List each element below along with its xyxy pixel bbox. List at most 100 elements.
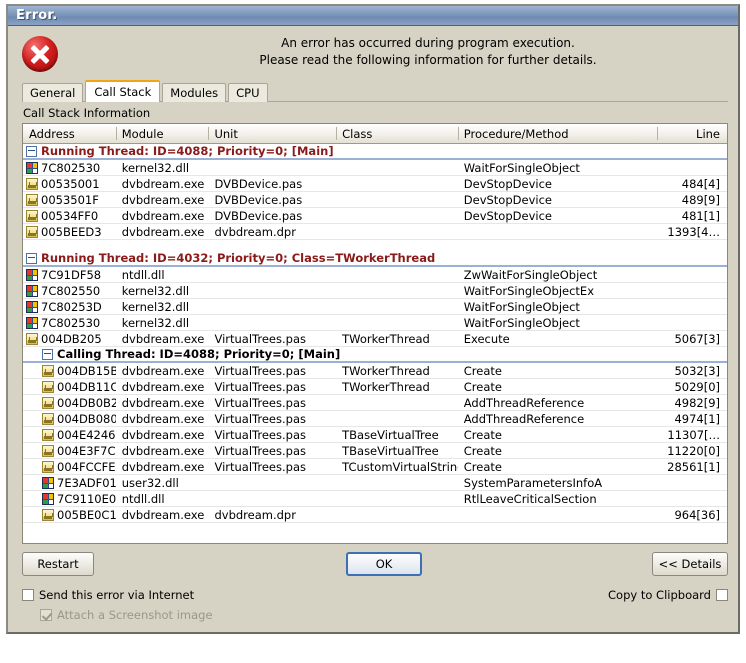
cell-procedure: Create (463, 363, 502, 378)
collapse-box-icon[interactable] (26, 145, 37, 157)
collapse-box-icon[interactable] (42, 348, 53, 360)
cell-class: TBaseVirtualTree (342, 443, 439, 458)
thread-group-header[interactable]: Running Thread: ID=4088; Priority=0; [Ma… (23, 144, 727, 160)
column-header-class[interactable]: Class (336, 124, 458, 143)
cell-line: 1393[4… (667, 224, 720, 239)
cell-address: 7C80253D (23, 300, 116, 314)
table-row[interactable]: 00534FF0 dvbdream.exe DVBDevice.pas DevStop… (23, 208, 727, 224)
column-header-unit[interactable]: Unit (208, 124, 336, 143)
cell-procedure: WaitForSingleObjectEx (463, 283, 594, 298)
error-dialog: Error. An error has occurred during prog… (6, 4, 740, 634)
address-text: 004DB205 (41, 331, 102, 346)
tab-general[interactable]: General (22, 83, 84, 102)
system-module-icon (42, 492, 54, 505)
copy-clipboard-checkbox-row[interactable]: Copy to Clipboard (608, 588, 728, 602)
cell-unit: DVBDevice.pas (214, 176, 303, 191)
cell-address: 004DB15B (23, 364, 116, 378)
collapse-box-icon[interactable] (26, 252, 37, 264)
table-row[interactable]: 004DB0B2 dvbdream.exe VirtualTrees.pas AddT… (23, 395, 727, 411)
cell-module: dvbdream.exe (121, 363, 205, 378)
column-header-procedure[interactable]: Procedure/Method (457, 124, 657, 143)
app-module-icon (42, 380, 54, 393)
cell-address: 7C91DF58 (23, 268, 116, 282)
cell-address: 005BEED3 (23, 225, 116, 239)
table-row[interactable]: 005BEED3 dvbdream.exe dvbdream.dpr 1393[4… (23, 224, 727, 240)
cell-procedure: WaitForSingleObject (463, 315, 580, 330)
thread-group-label: Running Thread: ID=4088; Priority=0; [Ma… (41, 144, 334, 158)
cell-address: 004DB0B2 (23, 396, 116, 410)
send-error-checkbox[interactable] (22, 589, 34, 601)
column-header-module[interactable]: Module (115, 124, 209, 143)
table-row[interactable]: 00535001 dvbdream.exe DVBDevice.pas DevStop… (23, 176, 727, 192)
table-row[interactable]: 7C91DF58 ntdll.dll ZwWaitForSingleObject (23, 267, 727, 283)
grid-spacer (23, 240, 727, 251)
cell-address: 0053501F (23, 193, 116, 207)
address-text: 004DB080 (57, 411, 116, 426)
table-row[interactable]: 7C802550 kernel32.dll WaitForSingleObjectE… (23, 283, 727, 299)
cell-module: ntdll.dll (121, 267, 165, 282)
table-row[interactable]: 004FCCFE dvbdream.exe VirtualTrees.pas TCus… (23, 459, 727, 475)
table-row[interactable]: 004DB205 dvbdream.exe VirtualTrees.pas TWor… (23, 331, 727, 347)
column-header-address[interactable]: Address (23, 124, 116, 143)
address-text: 004E4246 (57, 427, 116, 442)
cell-unit: VirtualTrees.pas (214, 427, 306, 442)
address-text: 0053501F (41, 192, 99, 207)
table-row[interactable]: 004DB080 dvbdream.exe VirtualTrees.pas AddT… (23, 411, 727, 427)
table-row[interactable]: 004E3F7C dvbdream.exe VirtualTrees.pas TBas… (23, 443, 727, 459)
table-row[interactable]: 7C802530 kernel32.dll WaitForSingleObject (23, 315, 727, 331)
table-row[interactable]: 7C9110E0 ntdll.dll RtlLeaveCriticalSection (23, 491, 727, 507)
address-text: 004FCCFE (57, 459, 116, 474)
cell-procedure: Execute (463, 331, 510, 346)
attach-screenshot-checkbox-row: Attach a Screenshot image (40, 608, 213, 622)
cell-address: 004FCCFE (23, 460, 116, 474)
cell-line: 11307[… (667, 427, 720, 442)
thread-group-header[interactable]: Running Thread: ID=4032; Priority=0; Cla… (23, 251, 727, 267)
table-row[interactable]: 004DB15B dvbdream.exe VirtualTrees.pas TWor… (23, 363, 727, 379)
send-error-label: Send this error via Internet (39, 588, 195, 602)
cell-unit: VirtualTrees.pas (214, 459, 306, 474)
tab-modules[interactable]: Modules (162, 83, 227, 102)
grid-header-row: Address Module Unit Class Procedure/Method Li… (23, 124, 727, 144)
app-module-icon (26, 225, 38, 238)
address-text: 004E3F7C (57, 443, 116, 458)
cell-module: kernel32.dll (121, 160, 190, 175)
system-module-icon (26, 300, 38, 313)
tab-call-stack[interactable]: Call Stack (85, 80, 161, 102)
cell-module: dvbdream.exe (121, 176, 205, 191)
address-text: 7C80253D (41, 299, 102, 314)
table-row[interactable]: 7C80253D kernel32.dll WaitForSingleObject (23, 299, 727, 315)
table-row[interactable]: 7C802530 kernel32.dll WaitForSingleObject (23, 160, 727, 176)
cell-unit: DVBDevice.pas (214, 208, 303, 223)
cell-line: 5029[0] (674, 379, 720, 394)
cell-procedure: DevStopDevice (463, 176, 552, 191)
table-row[interactable]: 0053501F dvbdream.exe DVBDevice.pas DevStop… (23, 192, 727, 208)
cell-class: TCustomVirtualString… (342, 459, 458, 474)
cell-module: kernel32.dll (121, 299, 190, 314)
send-error-checkbox-row[interactable]: Send this error via Internet (22, 588, 194, 602)
copy-clipboard-checkbox[interactable] (716, 589, 728, 601)
cell-address: 004DB11C (23, 380, 116, 394)
address-text: 004DB15B (57, 363, 116, 378)
details-button[interactable]: << Details (652, 552, 728, 576)
table-row[interactable]: 004E4246 dvbdream.exe VirtualTrees.pas TBas… (23, 427, 727, 443)
table-row[interactable]: 004DB11C dvbdream.exe VirtualTrees.pas TWor… (23, 379, 727, 395)
table-row[interactable]: 005BE0C1 dvbdream.exe dvbdream.dpr 964[36] (23, 507, 727, 523)
cell-class: TWorkerThread (342, 363, 430, 378)
table-row[interactable]: 7E3ADF01 user32.dll SystemParametersInfoA (23, 475, 727, 491)
cell-unit: DVBDevice.pas (214, 192, 303, 207)
tab-cpu[interactable]: CPU (228, 83, 268, 102)
cell-address: 7E3ADF01 (23, 476, 116, 490)
thread-group-header[interactable]: Calling Thread: ID=4088; Priority=0; [Ma… (23, 347, 727, 363)
cell-line: 4982[9] (674, 395, 720, 410)
cell-address: 7C802530 (23, 316, 116, 330)
restart-button[interactable]: Restart (22, 552, 94, 576)
cell-line: 5067[3] (674, 331, 720, 346)
dialog-titlebar: Error. (8, 6, 738, 26)
app-module-icon (26, 332, 38, 345)
address-text: 005BE0C1 (57, 507, 116, 522)
column-header-line[interactable]: Line (657, 124, 727, 143)
ok-button[interactable]: OK (346, 552, 422, 576)
cell-procedure: SystemParametersInfoA (463, 475, 603, 490)
cell-address: 004E4246 (23, 428, 116, 442)
grid-body[interactable]: Running Thread: ID=4088; Priority=0; [Ma… (23, 144, 727, 543)
